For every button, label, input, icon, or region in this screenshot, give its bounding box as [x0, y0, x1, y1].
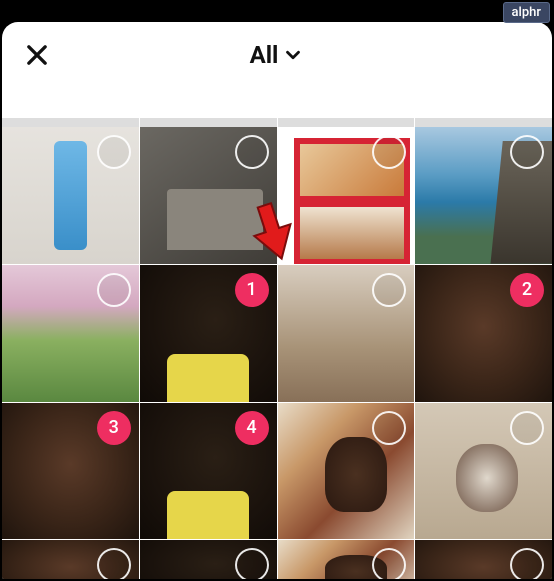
photo-partial-2[interactable] — [140, 540, 277, 579]
selection-circle[interactable] — [97, 548, 131, 579]
selection-circle[interactable] — [97, 135, 131, 169]
photo-grid: 1 2 3 4 — [2, 88, 552, 579]
selection-badge[interactable]: 2 — [510, 273, 544, 307]
selection-circle[interactable] — [372, 411, 406, 445]
selection-circle[interactable] — [97, 273, 131, 307]
photo-partial-4[interactable] — [415, 540, 552, 579]
photo-dog-4[interactable]: 4 — [140, 403, 277, 540]
photo-bird-cow[interactable] — [278, 127, 415, 264]
photo-dog-3[interactable]: 3 — [2, 403, 139, 540]
photo-dog-1[interactable]: 1 — [140, 265, 277, 402]
selection-circle[interactable] — [372, 273, 406, 307]
photo-dog-2[interactable]: 2 — [415, 265, 552, 402]
chevron-down-icon — [282, 40, 304, 70]
picker-sheet: All 1 2 3 4 — [2, 22, 552, 579]
photo-bottle[interactable] — [2, 127, 139, 264]
header: All — [2, 22, 552, 88]
selection-circle[interactable] — [510, 135, 544, 169]
photo-dog-shaggy[interactable] — [278, 265, 415, 402]
photo-mountain[interactable] — [415, 127, 552, 264]
selection-circle[interactable] — [372, 135, 406, 169]
photo-partial-1[interactable] — [2, 540, 139, 579]
photo-meadow[interactable] — [2, 265, 139, 402]
selection-circle[interactable] — [510, 548, 544, 579]
photo-laptop[interactable] — [140, 127, 277, 264]
selection-circle[interactable] — [235, 135, 269, 169]
close-button[interactable] — [20, 38, 54, 72]
grid-row-peek — [2, 118, 552, 126]
photo-partial-3[interactable] — [278, 540, 415, 579]
photo-dog-floor[interactable] — [415, 403, 552, 540]
selection-circle[interactable] — [510, 411, 544, 445]
photo-dog-blanket[interactable] — [278, 403, 415, 540]
selection-badge[interactable]: 4 — [235, 411, 269, 445]
album-title: All — [250, 41, 279, 69]
selection-badge[interactable]: 3 — [97, 411, 131, 445]
album-dropdown[interactable]: All — [250, 40, 305, 70]
selection-circle[interactable] — [235, 548, 269, 579]
selection-circle[interactable] — [372, 548, 406, 579]
watermark-badge: alphr — [503, 2, 550, 23]
selection-badge[interactable]: 1 — [235, 273, 269, 307]
close-icon — [23, 41, 51, 69]
